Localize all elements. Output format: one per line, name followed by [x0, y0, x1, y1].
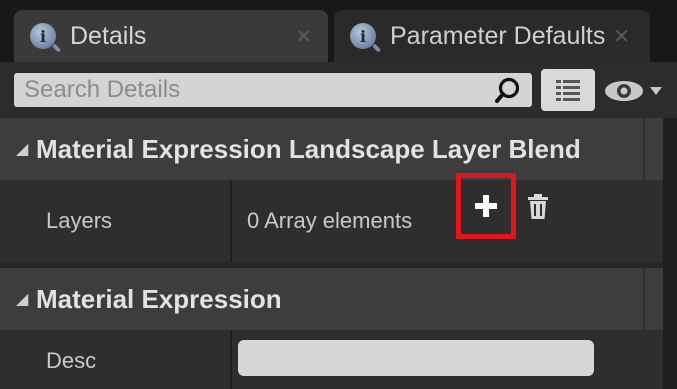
close-icon[interactable]: ✕: [613, 24, 630, 49]
details-info-icon: i: [30, 23, 56, 49]
property-label: Desc: [46, 348, 97, 373]
details-info-icon: i: [350, 23, 376, 49]
scrollbar[interactable]: [663, 118, 677, 389]
category-title: Material Expression Landscape Layer Blen…: [36, 133, 581, 164]
close-icon[interactable]: ✕: [295, 24, 312, 49]
trash-icon[interactable]: [527, 194, 549, 220]
search-box: [14, 73, 532, 107]
eye-icon[interactable]: [602, 75, 670, 107]
tab-details[interactable]: i Details ✕: [14, 10, 328, 62]
search-icon[interactable]: [494, 76, 522, 104]
view-options-button[interactable]: [541, 69, 595, 111]
category-title: Material Expression: [36, 283, 282, 314]
collapse-arrow-icon[interactable]: ◢: [16, 139, 30, 159]
divider: [643, 118, 645, 180]
plus-icon: [475, 195, 497, 217]
property-value: 0 Array elements: [247, 208, 412, 234]
column-divider[interactable]: [230, 330, 232, 389]
array-count: 0 Array elements: [247, 208, 413, 233]
property-label: Layers: [46, 208, 113, 233]
property-row-desc: Desc: [0, 330, 663, 389]
tab-label: Parameter Defaults: [390, 21, 606, 50]
search-input[interactable]: [14, 73, 484, 107]
details-toolbar: [0, 62, 677, 118]
property-row-layers: Layers 0 Array elements: [0, 173, 663, 262]
category-landscape-layer-blend[interactable]: ◢ Material Expression Landscape Layer Bl…: [0, 118, 663, 180]
collapse-arrow-icon[interactable]: ◢: [16, 289, 30, 309]
tab-parameter-defaults[interactable]: i Parameter Defaults ✕: [334, 10, 650, 62]
tab-bar: i Details ✕ i Parameter Defaults ✕: [0, 0, 677, 62]
column-divider[interactable]: [230, 180, 232, 262]
grid-list-icon: [556, 80, 580, 101]
category-material-expression[interactable]: ◢ Material Expression: [0, 268, 663, 330]
property-panel: ◢ Material Expression Landscape Layer Bl…: [0, 118, 677, 389]
chevron-down-icon: [650, 87, 662, 95]
divider: [643, 268, 645, 330]
tab-label: Details: [70, 21, 147, 50]
add-element-button[interactable]: [456, 173, 516, 239]
desc-input[interactable]: [238, 340, 594, 376]
